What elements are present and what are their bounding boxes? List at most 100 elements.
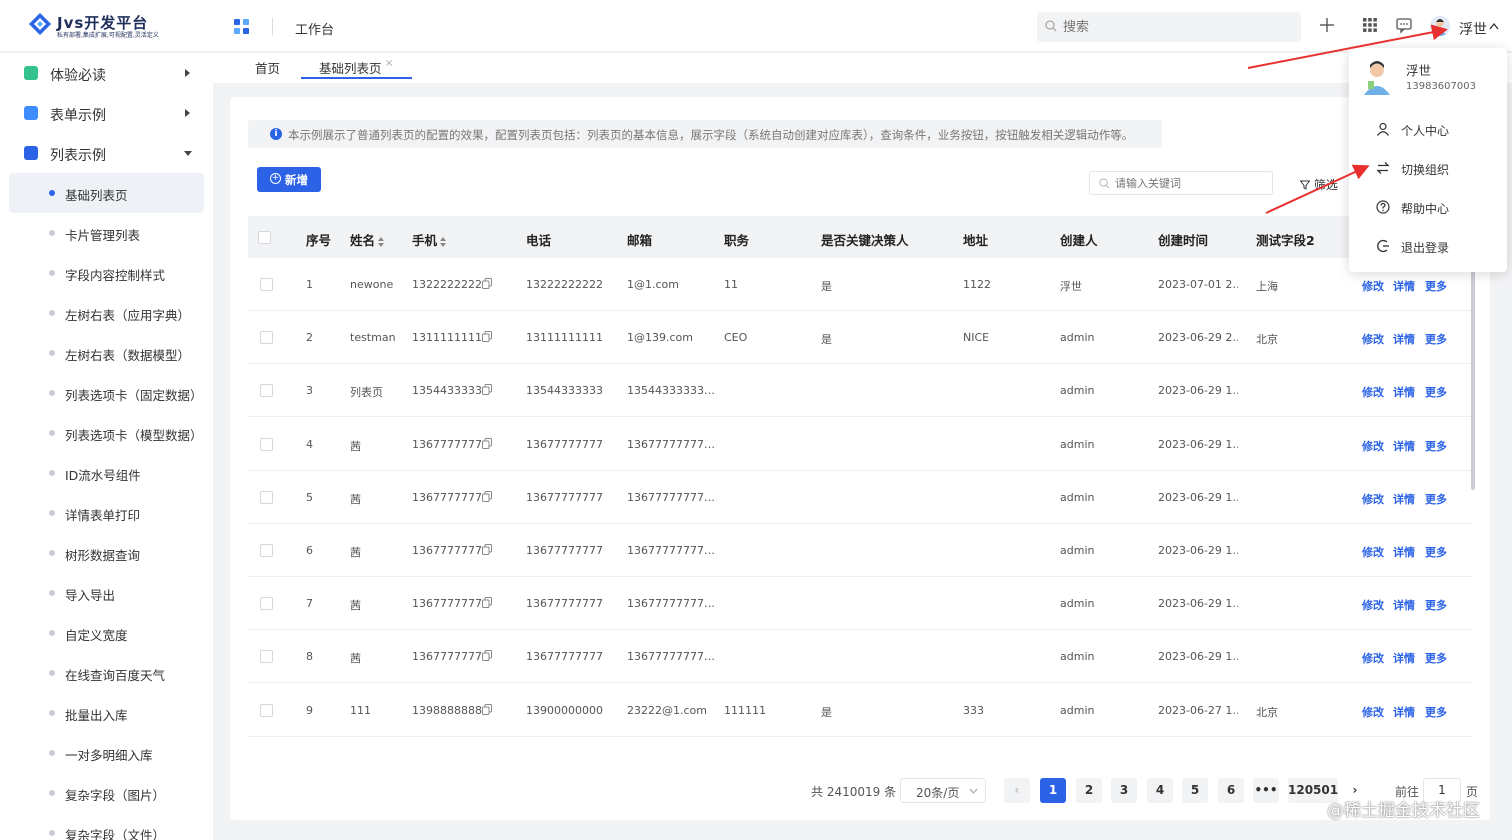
workspace-title[interactable]: 工作台: [295, 19, 334, 38]
edit-link[interactable]: 修改: [1362, 597, 1384, 613]
sidebar-item-tabs-model[interactable]: 列表选项卡（模型数据）: [9, 413, 204, 453]
more-link[interactable]: 更多: [1425, 384, 1447, 400]
copy-icon[interactable]: [482, 703, 492, 715]
more-link[interactable]: 更多: [1425, 278, 1447, 294]
tab-close-icon[interactable]: ×: [385, 58, 393, 69]
edit-link[interactable]: 修改: [1362, 438, 1384, 454]
copy-icon[interactable]: [482, 490, 492, 502]
row-checkbox[interactable]: [260, 384, 273, 398]
global-search[interactable]: [1037, 12, 1301, 42]
sidebar-item-card-list[interactable]: 卡片管理列表: [9, 213, 204, 253]
sidebar-item-weather[interactable]: 在线查询百度天气: [9, 653, 204, 693]
sidebar-group-read-first[interactable]: 体验必读: [0, 53, 213, 93]
copy-icon[interactable]: [482, 650, 492, 662]
copy-icon[interactable]: [482, 597, 492, 609]
plus-icon[interactable]: [1318, 16, 1336, 34]
edit-link[interactable]: 修改: [1362, 278, 1384, 294]
page-number-button[interactable]: 1: [1040, 778, 1066, 803]
sidebar-item-field-style[interactable]: 字段内容控制样式: [9, 253, 204, 293]
copy-icon[interactable]: [482, 437, 492, 449]
page-number-button[interactable]: 4: [1147, 778, 1173, 803]
copy-icon[interactable]: [482, 544, 492, 555]
copy-icon[interactable]: [482, 331, 492, 343]
table-row[interactable]: 1 newone 13222222222 13222222222 1@1.com 11 是 1…: [248, 258, 1473, 311]
filter-button[interactable]: 筛选: [1299, 176, 1338, 193]
more-link[interactable]: 更多: [1425, 491, 1447, 507]
row-checkbox[interactable]: [260, 597, 273, 611]
table-scrollbar[interactable]: [1471, 270, 1475, 490]
detail-link[interactable]: 详情: [1393, 491, 1415, 507]
sidebar-group-list-examples[interactable]: 列表示例: [0, 133, 213, 173]
row-checkbox[interactable]: [260, 650, 273, 664]
edit-link[interactable]: 修改: [1362, 331, 1384, 347]
sidebar-item-tabs-fixed[interactable]: 列表选项卡（固定数据）: [9, 373, 204, 413]
message-icon[interactable]: [1395, 16, 1413, 34]
edit-link[interactable]: 修改: [1362, 544, 1384, 560]
sidebar-item-complex-image[interactable]: 复杂字段（图片）: [9, 773, 204, 813]
search-input[interactable]: [1063, 17, 1283, 37]
more-link[interactable]: 更多: [1425, 650, 1447, 666]
sidebar-item-serial-id[interactable]: ID流水号组件: [9, 453, 204, 493]
keyword-search[interactable]: [1089, 171, 1273, 195]
sidebar-item-basic-list[interactable]: 基础列表页: [9, 173, 204, 213]
table-row[interactable]: 9 111 13988888888 13900000000 23222@1.com 111…: [248, 684, 1473, 737]
page-number-button[interactable]: 3: [1111, 778, 1137, 803]
sidebar-item-tree-model[interactable]: 左树右表（数据模型）: [9, 333, 204, 373]
page-size-select[interactable]: 20条/页: [900, 778, 986, 803]
row-checkbox[interactable]: [260, 437, 273, 451]
menu-item-switch-org[interactable]: 切换组织: [1349, 150, 1507, 186]
chevron-up-icon[interactable]: [1489, 23, 1499, 30]
edit-link[interactable]: 修改: [1362, 491, 1384, 507]
edit-link[interactable]: 修改: [1362, 650, 1384, 666]
row-checkbox[interactable]: [260, 331, 273, 345]
more-link[interactable]: 更多: [1425, 544, 1447, 560]
user-avatar[interactable]: [1430, 16, 1450, 36]
col-mobile[interactable]: 手机: [412, 230, 447, 249]
prev-page-button[interactable]: ‹: [1004, 778, 1030, 803]
keyword-input[interactable]: [1115, 175, 1265, 191]
sidebar-item-tree-dict[interactable]: 左树右表（应用字典）: [9, 293, 204, 333]
edit-link[interactable]: 修改: [1362, 704, 1384, 720]
page-number-button[interactable]: •••: [1253, 778, 1279, 803]
detail-link[interactable]: 详情: [1393, 650, 1415, 666]
apps-icon[interactable]: [234, 19, 249, 34]
table-row[interactable]: 2 testman 13111111111 13111111111 1@139.com C…: [248, 311, 1473, 365]
table-row[interactable]: 4 茜 13677777777 13677777777 13677777777… admi…: [248, 418, 1473, 471]
sidebar-item-print[interactable]: 详情表单打印: [9, 493, 204, 533]
grid-icon[interactable]: [1361, 16, 1379, 34]
page-number-button[interactable]: 6: [1218, 778, 1244, 803]
row-checkbox[interactable]: [260, 544, 273, 557]
copy-icon[interactable]: [482, 278, 492, 289]
copy-icon[interactable]: [482, 384, 492, 396]
more-link[interactable]: 更多: [1425, 331, 1447, 347]
sidebar-item-batch-stock[interactable]: 批量出入库: [9, 693, 204, 733]
page-number-button[interactable]: 5: [1182, 778, 1208, 803]
new-button[interactable]: + 新增: [257, 167, 321, 192]
detail-link[interactable]: 详情: [1393, 331, 1415, 347]
menu-item-logout[interactable]: 退出登录: [1349, 228, 1507, 264]
sort-icon[interactable]: [377, 236, 385, 248]
page-number-button[interactable]: 2: [1076, 778, 1102, 803]
logo[interactable]: Jvs开发平台 私有部署,集成扩展,可视配置,灵活定义: [28, 10, 188, 42]
table-row[interactable]: 6 茜 13677777777 13677777777 13677777777… admi…: [248, 524, 1473, 577]
sidebar-item-one-to-many[interactable]: 一对多明细入库: [9, 733, 204, 773]
menu-item-help[interactable]: 帮助中心: [1349, 189, 1507, 225]
sidebar-item-complex-file[interactable]: 复杂字段（文件）: [9, 813, 204, 840]
select-all-checkbox[interactable]: [258, 231, 271, 244]
tab-basic-list[interactable]: 基础列表页: [319, 58, 382, 77]
row-checkbox[interactable]: [260, 278, 273, 291]
detail-link[interactable]: 详情: [1393, 597, 1415, 613]
menu-item-profile[interactable]: 个人中心: [1349, 111, 1507, 147]
sidebar-item-custom-width[interactable]: 自定义宽度: [9, 613, 204, 653]
detail-link[interactable]: 详情: [1393, 438, 1415, 454]
tab-home[interactable]: 首页: [255, 58, 280, 77]
detail-link[interactable]: 详情: [1393, 278, 1415, 294]
sidebar-item-import-export[interactable]: 导入导出: [9, 573, 204, 613]
col-name[interactable]: 姓名: [350, 230, 385, 249]
detail-link[interactable]: 详情: [1393, 704, 1415, 720]
row-checkbox[interactable]: [260, 490, 273, 504]
detail-link[interactable]: 详情: [1393, 384, 1415, 400]
sidebar-group-form-examples[interactable]: 表单示例: [0, 93, 213, 133]
detail-link[interactable]: 详情: [1393, 544, 1415, 560]
more-link[interactable]: 更多: [1425, 438, 1447, 454]
